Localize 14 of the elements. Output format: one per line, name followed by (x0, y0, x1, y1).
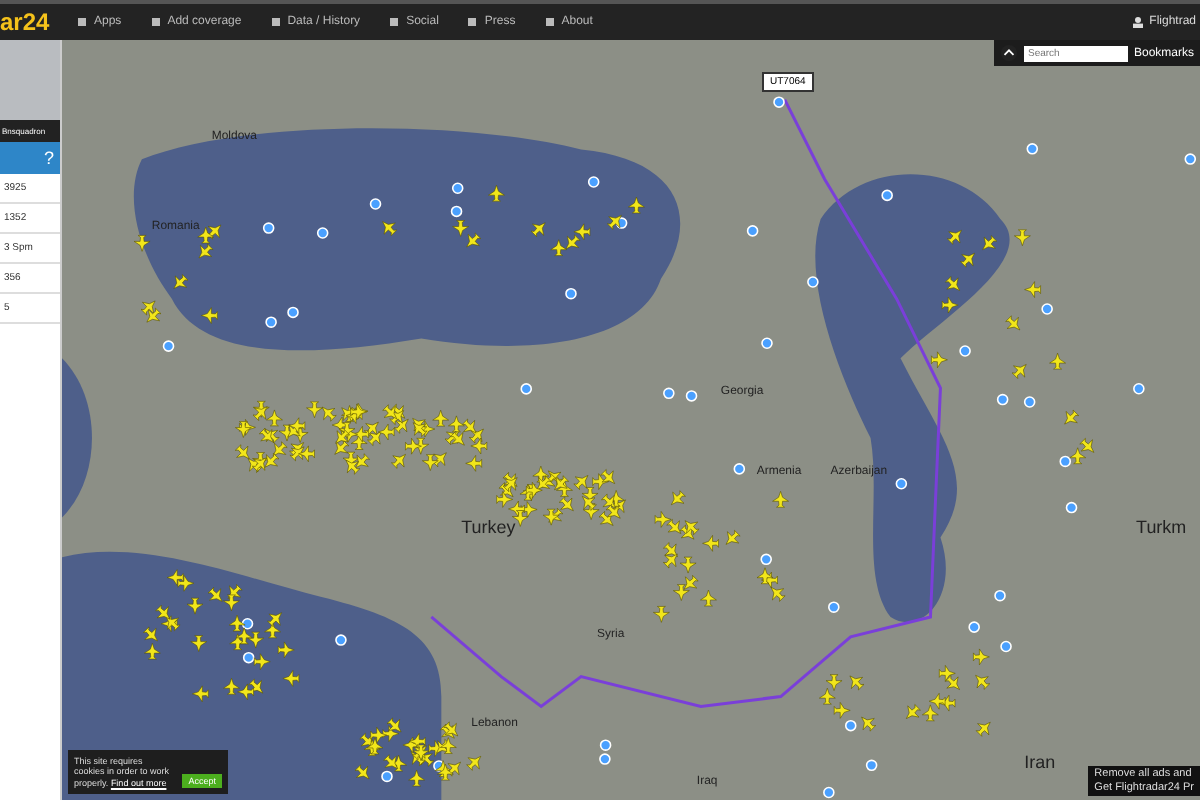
logo-text: ar24 (0, 8, 52, 36)
menu-icon (388, 16, 401, 28)
menu-icon (76, 16, 88, 28)
menu-icon (466, 16, 479, 28)
map-label: Turkm (1136, 517, 1187, 538)
user-icon (1131, 16, 1144, 28)
collapse-icon[interactable] (999, 44, 1018, 62)
menu-icon (149, 16, 162, 28)
map-label: Turkey (461, 517, 516, 538)
map-label: Iran (1024, 752, 1056, 773)
menu-icon (269, 16, 282, 28)
photo-placeholder (0, 40, 60, 120)
help-button[interactable]: ? (43, 148, 54, 168)
menu-icon (543, 16, 556, 28)
